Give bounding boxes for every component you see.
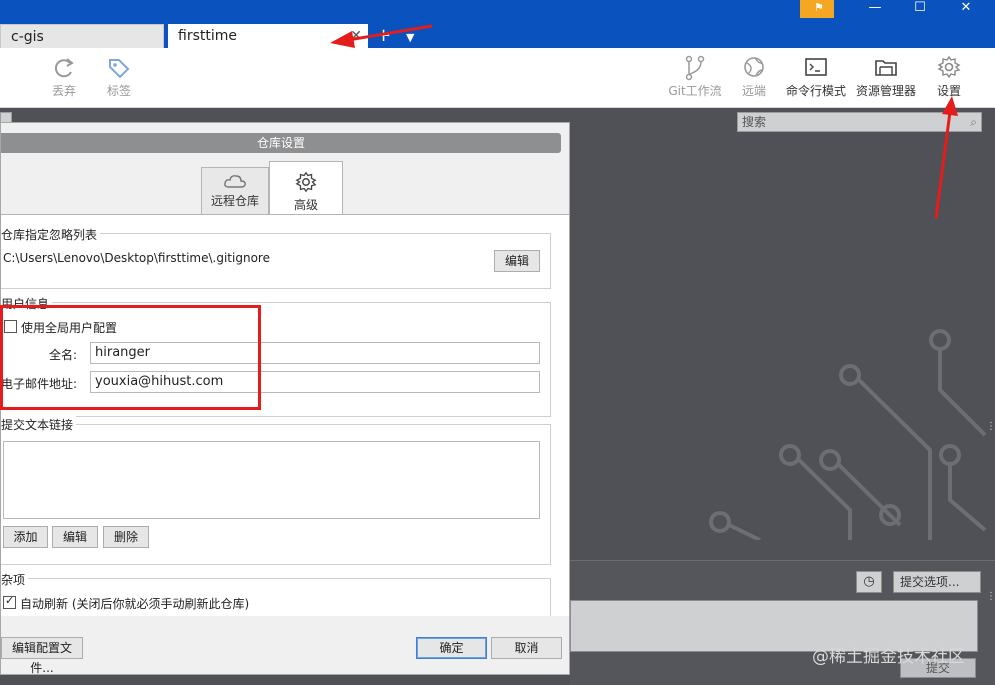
annotation-arrows	[330, 24, 958, 219]
watermark: @稀土掘金技术社区	[812, 647, 965, 667]
